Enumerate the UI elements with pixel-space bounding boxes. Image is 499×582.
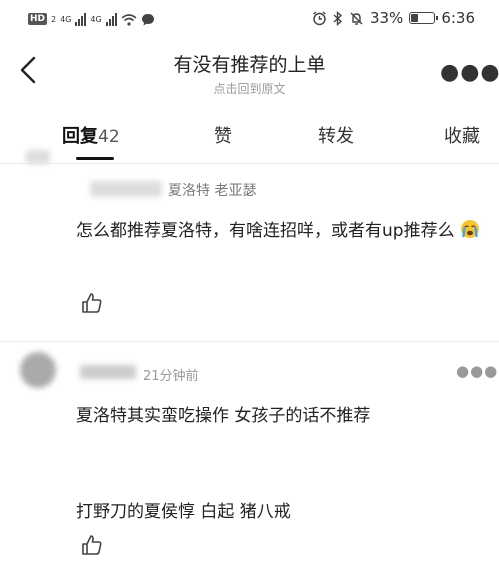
tab-replies[interactable]: 回复42 bbox=[62, 122, 120, 148]
tab-reposts[interactable]: 转发 bbox=[318, 122, 354, 148]
comment-divider bbox=[0, 341, 499, 342]
more-options-icon[interactable]: ●●● bbox=[440, 60, 499, 85]
message-icon bbox=[141, 13, 154, 25]
active-tab-indicator bbox=[76, 157, 114, 160]
clock: 6:36 bbox=[441, 9, 475, 27]
status-bar: HD 2 4G 4G 33% 6:36 bbox=[0, 0, 499, 38]
tab-favorites[interactable]: 收藏 bbox=[444, 122, 499, 148]
comment-time: 21分钟前 bbox=[143, 369, 199, 384]
comment-line-1: 夏洛特其实蛮吃操作 女孩子的话不推荐 bbox=[76, 406, 371, 426]
tab-replies-count: 42 bbox=[98, 127, 120, 147]
battery-fill bbox=[411, 14, 419, 22]
network-type-2: 4G bbox=[90, 14, 102, 24]
blurred-username-2 bbox=[80, 365, 136, 379]
tab-likes[interactable]: 赞 bbox=[214, 122, 232, 148]
back-to-original-link[interactable]: 点击回到原文 bbox=[0, 80, 499, 97]
status-left: HD 2 4G 4G bbox=[28, 10, 155, 28]
comment-more-icon[interactable]: ●●● bbox=[456, 362, 498, 380]
like-icon[interactable] bbox=[80, 291, 104, 315]
tab-divider bbox=[0, 163, 499, 164]
network-type-1: 4G bbox=[60, 14, 72, 24]
wifi-icon bbox=[121, 13, 137, 26]
quoted-comment-body: 怎么都推荐夏洛特，有啥连招咩，或者有up推荐么 bbox=[76, 221, 455, 241]
page-title: 有没有推荐的上单 bbox=[173, 54, 326, 76]
status-right: 33% 6:36 bbox=[312, 9, 475, 27]
blurred-avatar bbox=[26, 150, 50, 164]
alarm-icon bbox=[313, 10, 326, 25]
battery-percent: 33% bbox=[369, 9, 404, 27]
signal-icon bbox=[75, 12, 87, 26]
battery-icon bbox=[409, 12, 439, 24]
crying-emoji-icon bbox=[460, 220, 479, 238]
tab-replies-label: 回复 bbox=[62, 126, 98, 147]
signal-icon-2 bbox=[105, 12, 117, 26]
mute-icon bbox=[350, 12, 363, 25]
hd-badge: HD bbox=[28, 13, 48, 25]
quoted-comment-text: 怎么都推荐夏洛特，有啥连招咩，或者有up推荐么 bbox=[76, 213, 486, 249]
like-icon-2[interactable] bbox=[80, 533, 104, 557]
sim-index: 2 bbox=[51, 14, 57, 24]
blurred-username bbox=[90, 181, 162, 197]
quoted-mentions[interactable]: 夏洛特 老亚瑟 bbox=[168, 180, 256, 200]
blurred-avatar-2[interactable] bbox=[20, 352, 56, 388]
bluetooth-icon bbox=[333, 10, 343, 26]
comment-line-2: 打野刀的夏侯惇 白起 猪八戒 bbox=[76, 502, 291, 522]
